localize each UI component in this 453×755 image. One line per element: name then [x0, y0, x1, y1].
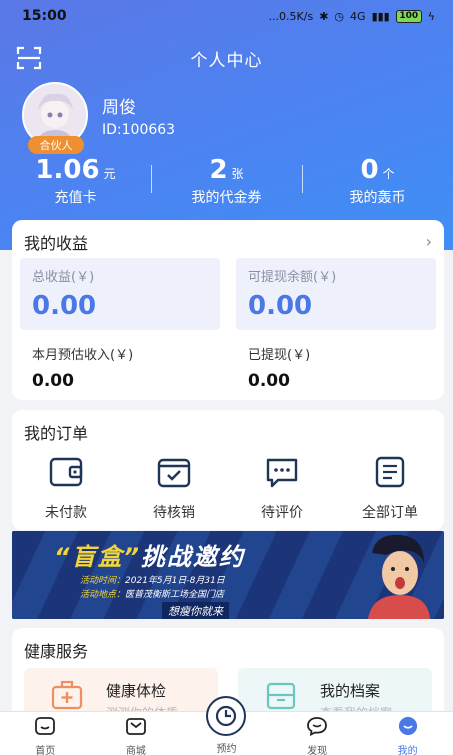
tab-booking-label: 预约 [216, 744, 237, 755]
user-profile[interactable]: 合伙人 周俊 ID:100663 [22, 82, 175, 154]
avatar[interactable]: 合伙人 [22, 82, 88, 154]
health-checkup-title: 健康体检 [106, 682, 167, 700]
account-stats: 1.06 元 充值卡 2张 我的代金券 0个 我的轰币 [0, 155, 453, 210]
signal-icon: ▮▮▮ [371, 9, 390, 23]
bluetooth-icon: ✱ [319, 9, 329, 23]
wallet-icon [49, 457, 83, 487]
top-bar: 个人中心 [0, 40, 453, 76]
banner-time-value: 2021年5月1日-8月31日 [125, 576, 225, 586]
withdrawable-box: 可提现余额(￥) 0.00 [236, 258, 436, 330]
medkit-icon [51, 680, 83, 710]
stat-vouchers[interactable]: 2张 我的代金券 [151, 155, 302, 210]
status-time: 15:00 [22, 8, 67, 24]
order-pending-review-label: 待评价 [261, 505, 303, 521]
order-pending-verify[interactable]: 待核销 [120, 454, 228, 522]
withdrawable-label: 可提现余额(￥) [248, 270, 337, 285]
order-all-label: 全部订单 [362, 505, 418, 521]
discover-chat-icon [307, 717, 327, 737]
archive-icon [266, 682, 296, 710]
battery-icon: 100 [395, 9, 422, 23]
chevron-right-icon[interactable]: › [426, 232, 432, 251]
tab-shop[interactable]: 商城 [91, 712, 182, 755]
month-estimate-value: 0.00 [32, 371, 74, 391]
signal-label: 4G [350, 9, 366, 23]
withdrawable-value: 0.00 [248, 291, 313, 321]
status-icons: ...0.5K/s ✱ ◷ 4G ▮▮▮ 100 ϟ [268, 9, 435, 23]
promo-banner[interactable]: “盲盒”挑战邀约 活动时间：2021年5月1日-8月31日 活动地点：医普茂衡斯… [12, 531, 444, 619]
total-earnings-box: 总收益(￥) 0.00 [20, 258, 220, 330]
page-title: 个人中心 [190, 50, 263, 71]
total-earnings-label: 总收益(￥) [32, 270, 95, 285]
scan-icon[interactable] [16, 46, 42, 70]
stat-label: 充值卡 [54, 190, 97, 206]
banner-time: 活动时间：2021年5月1日-8月31日 [80, 573, 225, 586]
orders-card: 我的订单 未付款 待核销 待评价 全部订单 [12, 410, 444, 530]
tab-shop-label: 商城 [125, 746, 146, 755]
partner-badge: 合伙人 [28, 136, 84, 154]
tab-mine[interactable]: 我的 [362, 712, 453, 755]
tab-home[interactable]: 首页 [0, 712, 91, 755]
stat-recharge-card[interactable]: 1.06 元 充值卡 [0, 155, 151, 210]
stat-unit: 张 [231, 167, 244, 181]
tab-discover[interactable]: 发现 [272, 712, 363, 755]
chat-dots-icon [266, 458, 298, 488]
stat-value: 1.06 [35, 155, 100, 185]
bottom-tab-bar: 首页 商城 预约 发现 我的 [0, 696, 453, 755]
home-icon [35, 717, 56, 735]
orders-title: 我的订单 [24, 424, 89, 443]
withdrawn-label: 已提现(￥) [248, 348, 311, 363]
banner-location-key: 活动地点： [80, 590, 126, 600]
user-name: 周俊 [102, 97, 136, 118]
order-pending-verify-label: 待核销 [153, 505, 195, 521]
tab-home-label: 首页 [35, 746, 56, 755]
earnings-card[interactable]: 我的收益 › 总收益(￥) 0.00 可提现余额(￥) 0.00 本月预估收入(… [12, 220, 444, 400]
shop-bag-icon [125, 718, 146, 735]
tab-booking[interactable]: 预约 [181, 696, 272, 755]
month-estimate-label: 本月预估收入(￥) [32, 348, 134, 363]
stat-value: 0 [360, 155, 379, 185]
health-title: 健康服务 [24, 642, 89, 661]
order-status-list: 未付款 待核销 待评价 全部订单 [12, 454, 444, 522]
status-bar: 15:00 ...0.5K/s ✱ ◷ 4G ▮▮▮ 100 ϟ [0, 0, 453, 32]
month-estimate: 本月预估收入(￥) 0.00 [32, 344, 133, 391]
alarm-icon: ◷ [334, 9, 345, 23]
withdrawn-value: 0.00 [248, 371, 290, 391]
banner-headline-highlight: “盲盒” [54, 543, 141, 571]
box-check-icon [157, 458, 191, 488]
banner-location: 活动地点：医普茂衡斯工场全国门店 [80, 587, 224, 600]
banner-slogan: 想瘦你就来 [162, 602, 229, 619]
stat-value: 2 [209, 155, 228, 185]
withdrawn: 已提现(￥) 0.00 [248, 344, 310, 391]
banner-location-value: 医普茂衡斯工场全国门店 [125, 590, 225, 600]
profile-smile-icon [398, 716, 417, 736]
profile-info: 周俊 ID:100663 [102, 93, 175, 138]
stat-label: 我的代金券 [191, 190, 262, 206]
stat-label: 我的轰币 [349, 190, 406, 206]
health-records-title: 我的档案 [320, 682, 381, 700]
clock-icon [206, 696, 247, 736]
order-all[interactable]: 全部订单 [336, 454, 444, 522]
banner-woman-illustration [368, 534, 430, 619]
charging-icon: ϟ [427, 9, 435, 23]
user-id: ID:100663 [102, 121, 176, 138]
banner-time-key: 活动时间： [80, 576, 126, 586]
total-earnings-value: 0.00 [32, 291, 97, 321]
document-list-icon [375, 456, 405, 488]
tab-discover-label: 发现 [307, 746, 328, 755]
banner-headline-text: 挑战邀约 [140, 543, 245, 571]
order-unpaid-label: 未付款 [45, 505, 87, 521]
stat-unit: 个 [382, 167, 395, 181]
order-unpaid[interactable]: 未付款 [12, 454, 120, 522]
earnings-title: 我的收益 [24, 234, 89, 253]
order-pending-review[interactable]: 待评价 [228, 454, 336, 522]
stat-coins[interactable]: 0个 我的轰币 [302, 155, 453, 210]
banner-headline: “盲盒”挑战邀约 [54, 537, 245, 572]
stat-unit: 元 [103, 167, 116, 181]
network-speed: ...0.5K/s [268, 9, 314, 23]
tab-mine-label: 我的 [397, 746, 418, 755]
